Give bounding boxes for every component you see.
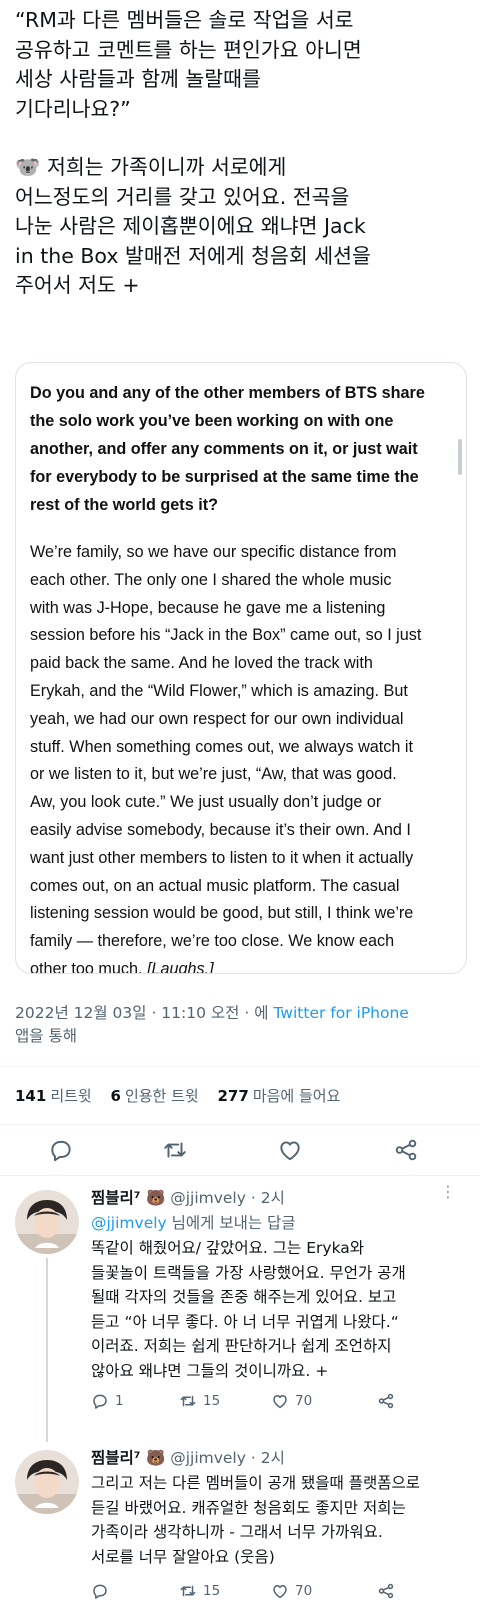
retweets-stat[interactable]: 141 리트윗 bbox=[15, 1087, 92, 1105]
reply-count: 1 bbox=[115, 1393, 124, 1409]
quote-scrollbar[interactable] bbox=[458, 439, 462, 475]
quote-card[interactable]: Do you and any of the other members of B… bbox=[15, 362, 467, 974]
quote-answer-laughs: [Laughs.] bbox=[146, 959, 214, 974]
reply-time[interactable]: · 2시 bbox=[251, 1449, 285, 1467]
tweet-timestamp[interactable]: 2022년 12월 03일 · 11:10 오전 · 에 bbox=[15, 1004, 273, 1022]
reply-author-handle[interactable]: @jjimvely bbox=[170, 1189, 246, 1207]
share-icon bbox=[378, 1583, 394, 1599]
reply-author-name[interactable]: 찜블리⁷ 🐻 bbox=[91, 1449, 165, 1467]
quotes-count: 6 bbox=[110, 1087, 121, 1105]
reply-action-bar: 1 15 70 bbox=[91, 1392, 451, 1416]
reply-icon bbox=[93, 1394, 107, 1409]
retweet-button[interactable]: 15 bbox=[179, 1582, 220, 1600]
reply-button[interactable] bbox=[91, 1582, 115, 1600]
retweets-count: 141 bbox=[15, 1087, 47, 1105]
likes-stat[interactable]: 277 마음에 들어요 bbox=[218, 1087, 341, 1105]
reply-header: 찜블리⁷ 🐻 @jjimvely · 2시 bbox=[91, 1186, 285, 1208]
retweet-button[interactable]: 15 bbox=[179, 1392, 220, 1410]
likes-count: 277 bbox=[217, 1087, 249, 1105]
quote-question: Do you and any of the other members of B… bbox=[30, 384, 425, 514]
share-icon bbox=[395, 1139, 417, 1161]
reply-button[interactable] bbox=[48, 1137, 74, 1163]
share-button[interactable] bbox=[377, 1582, 395, 1600]
retweet-button[interactable] bbox=[162, 1137, 188, 1163]
avatar[interactable] bbox=[15, 1450, 79, 1514]
tweet-paragraph-1: “RM과 다른 멤버들은 솔로 작업을 서로 공유하고 코멘트를 하는 편인가요… bbox=[15, 8, 362, 121]
replying-to-suffix: 님에게 보내는 답글 bbox=[166, 1214, 296, 1232]
reply-action-bar: 15 70 bbox=[91, 1582, 451, 1606]
koala-emoji: 🐨 bbox=[15, 155, 41, 179]
share-button[interactable] bbox=[393, 1137, 419, 1163]
reply-body: 똑같이 해줬어요/ 갚았어요. 그는 Eryka와 들꽃놀이 트랙들을 가장 사… bbox=[91, 1239, 406, 1380]
more-options-icon[interactable]: ⋮ bbox=[440, 1182, 456, 1201]
tweet-source-suffix: 앱을 통해 bbox=[15, 1027, 77, 1045]
retweet-count: 15 bbox=[203, 1393, 221, 1409]
retweet-count: 15 bbox=[203, 1583, 221, 1599]
quote-answer-text: We’re family, so we have our specific di… bbox=[30, 543, 422, 974]
like-button[interactable]: 70 bbox=[271, 1582, 312, 1600]
like-count: 70 bbox=[295, 1393, 313, 1409]
share-button[interactable] bbox=[377, 1392, 395, 1410]
like-icon bbox=[273, 1395, 287, 1409]
reply-icon bbox=[93, 1584, 107, 1599]
reply-icon bbox=[51, 1140, 71, 1162]
divider bbox=[0, 1066, 480, 1067]
reply-tweet[interactable]: 찜블리⁷ 🐻 @jjimvely · 2시 ⋮ @jjimvely 님에게 보내… bbox=[0, 1176, 480, 1442]
quote-answer: We’re family, so we have our specific di… bbox=[30, 539, 452, 974]
tweet-action-bar bbox=[0, 1125, 480, 1175]
like-icon bbox=[273, 1585, 287, 1599]
replying-to: @jjimvely 님에게 보내는 답글 bbox=[91, 1211, 296, 1233]
reply-author-name[interactable]: 찜블리⁷ 🐻 bbox=[91, 1189, 165, 1207]
reply-header: 찜블리⁷ 🐻 @jjimvely · 2시 bbox=[91, 1446, 285, 1468]
avatar[interactable] bbox=[15, 1190, 79, 1254]
like-button[interactable]: 70 bbox=[271, 1392, 312, 1410]
tweet-paragraph-2: 🐨 저희는 가족이니까 서로에게 어느정도의 거리를 갖고 있어요. 전곡을 나… bbox=[15, 153, 465, 301]
like-count: 70 bbox=[295, 1583, 313, 1599]
likes-label: 마음에 들어요 bbox=[252, 1087, 341, 1105]
reply-time[interactable]: · 2시 bbox=[251, 1189, 285, 1207]
share-icon bbox=[378, 1393, 394, 1409]
retweet-icon bbox=[164, 1142, 186, 1158]
thread-line bbox=[46, 1258, 48, 1442]
reply-tweet[interactable]: 찜블리⁷ 🐻 @jjimvely · 2시 그리고 저는 다른 멤버들이 공개 … bbox=[0, 1436, 480, 1620]
reply-button[interactable]: 1 bbox=[91, 1392, 124, 1410]
tweet-source-link[interactable]: Twitter for iPhone bbox=[273, 1004, 408, 1022]
like-button[interactable] bbox=[277, 1137, 303, 1163]
quotes-stat[interactable]: 6 인용한 트윗 bbox=[111, 1087, 199, 1105]
replying-to-handle[interactable]: @jjimvely bbox=[91, 1214, 167, 1232]
reply-body: 그리고 저는 다른 멤버들이 공개 됐을때 플랫폼으로 듣길 바랬어요. 캐쥬얼… bbox=[91, 1474, 421, 1566]
tweet-text: “RM과 다른 멤버들은 솔로 작업을 서로 공유하고 코멘트를 하는 편인가요… bbox=[15, 6, 465, 301]
retweets-label: 리트윗 bbox=[50, 1087, 92, 1105]
retweet-icon bbox=[180, 1585, 196, 1597]
quotes-label: 인용한 트윗 bbox=[124, 1087, 199, 1105]
tweet-paragraph-2-text: 저희는 가족이니까 서로에게 어느정도의 거리를 갖고 있어요. 전곡을 나눈 … bbox=[15, 155, 371, 297]
like-icon bbox=[280, 1141, 300, 1161]
retweet-icon bbox=[180, 1395, 196, 1407]
reply-author-handle[interactable]: @jjimvely bbox=[170, 1449, 246, 1467]
tweet-stats: 141 리트윗 6 인용한 트윗 277 마음에 들어요 bbox=[15, 1085, 354, 1106]
tweet-meta: 2022년 12월 03일 · 11:10 오전 · 에 Twitter for… bbox=[15, 1002, 465, 1048]
